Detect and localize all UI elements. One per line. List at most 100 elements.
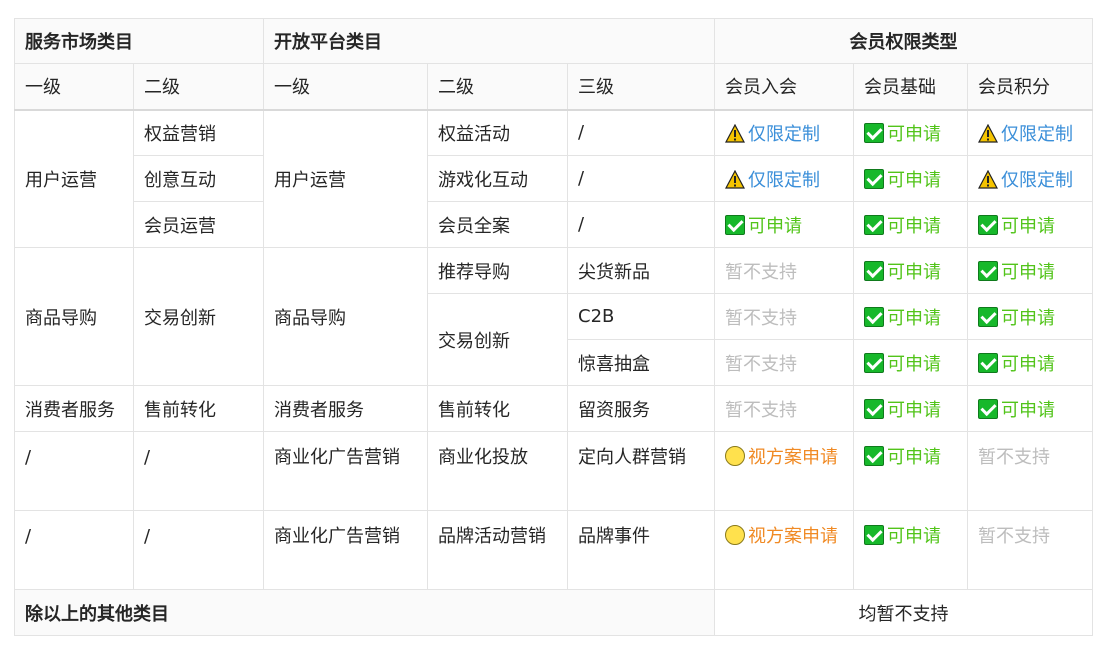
status-apply: 可申请 <box>967 247 1093 294</box>
status-apply: 可申请 <box>967 385 1093 432</box>
status-apply: 可申请 <box>853 293 968 340</box>
status-label: 可申请 <box>748 215 802 237</box>
check-box-icon <box>978 306 998 327</box>
status-label: 仅限定制 <box>748 169 820 191</box>
cell-sm-level2: 交易创新 <box>133 247 264 386</box>
status-apply: 可申请 <box>853 201 968 248</box>
status-apply: 可申请 <box>853 431 968 511</box>
cell-op-level2: 售前转化 <box>427 385 568 432</box>
status-limited: 仅限定制 <box>714 155 854 202</box>
check-box-icon <box>864 306 884 327</box>
status-label: 仅限定制 <box>1001 169 1073 191</box>
warning-icon <box>725 123 745 143</box>
cell-op-level2: 权益活动 <box>427 109 568 156</box>
warning-icon <box>978 169 998 189</box>
status-label: 可申请 <box>887 447 941 468</box>
cell-op-level2: 会员全案 <box>427 201 568 248</box>
check-box-icon <box>864 525 884 545</box>
status-apply: 可申请 <box>853 339 968 386</box>
status-unsupported: 暂不支持 <box>967 431 1093 511</box>
cell-op-level3: 品牌事件 <box>567 510 715 590</box>
status-label: 可申请 <box>1001 307 1055 329</box>
cell-sm-level1: 商品导购 <box>14 247 134 386</box>
check-box-icon <box>978 398 998 419</box>
status-unsupported: 暂不支持 <box>967 510 1093 590</box>
subheader-op-level1: 一级 <box>263 63 428 110</box>
cell-op-level2: 推荐导购 <box>427 247 568 294</box>
cell-op-level3: 惊喜抽盒 <box>567 339 715 386</box>
subheader-sm-level1: 一级 <box>14 63 134 110</box>
check-box-icon <box>864 168 884 189</box>
status-label: 可申请 <box>887 526 941 547</box>
cell-sm-level2: 售前转化 <box>133 385 264 432</box>
cell-op-level3: 留资服务 <box>567 385 715 432</box>
check-box-icon <box>864 398 884 419</box>
status-limited: 仅限定制 <box>967 155 1093 202</box>
cell-sm-level2: / <box>133 510 264 590</box>
cell-op-level1: 商业化广告营销 <box>263 431 428 511</box>
cell-op-level1: 商业化广告营销 <box>263 510 428 590</box>
status-case-by-case: 视方案申请 <box>714 431 854 511</box>
warning-icon <box>725 169 745 189</box>
footer-row: 除以上的其他类目 均暂不支持 <box>14 589 1093 636</box>
header-open-platform: 开放平台类目 <box>263 18 715 64</box>
status-apply: 可申请 <box>853 109 968 156</box>
check-box-icon <box>864 122 884 143</box>
cell-op-level3: 定向人群营销 <box>567 431 715 511</box>
status-apply: 可申请 <box>853 247 968 294</box>
subheader-op-level3: 三级 <box>567 63 715 110</box>
subheader-member-join: 会员入会 <box>714 63 854 110</box>
check-box-icon <box>864 352 884 373</box>
status-label: 可申请 <box>1001 399 1055 421</box>
cell-op-level2: 交易创新 <box>427 293 568 386</box>
check-box-icon <box>978 214 998 235</box>
check-box-icon <box>864 214 884 235</box>
status-label: 可申请 <box>887 215 941 237</box>
status-limited: 仅限定制 <box>714 109 854 156</box>
table-row: 用户运营 权益营销 用户运营 权益活动 / 仅限定制 可申请 仅限定制 <box>14 109 1093 248</box>
status-case-by-case: 视方案申请 <box>714 510 854 590</box>
subheader-member-points: 会员积分 <box>967 63 1093 110</box>
cell-sm-level1: 用户运营 <box>14 109 134 248</box>
status-apply: 可申请 <box>967 293 1093 340</box>
table-row: 会员运营 会员全案 / 可申请 可申请 可申请 <box>15 201 1093 248</box>
status-apply: 可申请 <box>714 201 854 248</box>
status-unsupported: 暂不支持 <box>714 293 854 340</box>
cell-op-level1: 消费者服务 <box>263 385 428 432</box>
check-box-icon <box>864 446 884 466</box>
status-label: 视方案申请 <box>748 526 838 547</box>
cell-sm-level2: 创意互动 <box>133 155 264 202</box>
cell-op-level3: 尖货新品 <box>567 247 715 294</box>
status-label: 可申请 <box>1001 353 1055 375</box>
cell-op-level2: 品牌活动营销 <box>427 510 568 590</box>
warning-icon <box>978 123 998 143</box>
subheader-row: 一级 二级 一级 二级 三级 会员入会 会员基础 会员积分 <box>14 63 1093 110</box>
status-label: 可申请 <box>887 123 941 145</box>
header-member-rights: 会员权限类型 <box>714 18 1093 64</box>
status-label: 可申请 <box>1001 261 1055 283</box>
status-label: 可申请 <box>887 399 941 421</box>
check-box-icon <box>725 214 745 235</box>
cell-op-level3: / <box>567 155 715 202</box>
status-label: 可申请 <box>887 353 941 375</box>
cell-sm-level2: / <box>133 431 264 511</box>
status-label: 可申请 <box>1001 215 1055 237</box>
status-apply: 可申请 <box>853 385 968 432</box>
cell-sm-level1: / <box>14 431 134 511</box>
table-row: / / 商业化广告营销 品牌活动营销 品牌事件 视方案申请 可申请 暂不支持 <box>14 510 1093 590</box>
check-box-icon <box>864 260 884 281</box>
subheader-op-level2: 二级 <box>427 63 568 110</box>
footer-other-categories: 除以上的其他类目 <box>14 589 715 636</box>
status-limited: 仅限定制 <box>967 109 1093 156</box>
status-label: 可申请 <box>887 307 941 329</box>
cell-sm-level2: 会员运营 <box>133 201 264 248</box>
table-row: 消费者服务 售前转化 消费者服务 售前转化 留资服务 暂不支持 可申请 可申请 <box>14 385 1093 432</box>
status-apply: 可申请 <box>967 339 1093 386</box>
footer-all-unsupported: 均暂不支持 <box>714 589 1093 636</box>
header-row: 服务市场类目 开放平台类目 会员权限类型 <box>14 18 1093 64</box>
table-row: / / 商业化广告营销 商业化投放 定向人群营销 视方案申请 可申请 暂不支持 <box>14 431 1093 511</box>
cell-op-level2: 游戏化互动 <box>427 155 568 202</box>
subheader-member-basic: 会员基础 <box>853 63 968 110</box>
cell-sm-level2: 权益营销 <box>133 109 264 156</box>
cell-op-level1: 商品导购 <box>263 247 428 386</box>
